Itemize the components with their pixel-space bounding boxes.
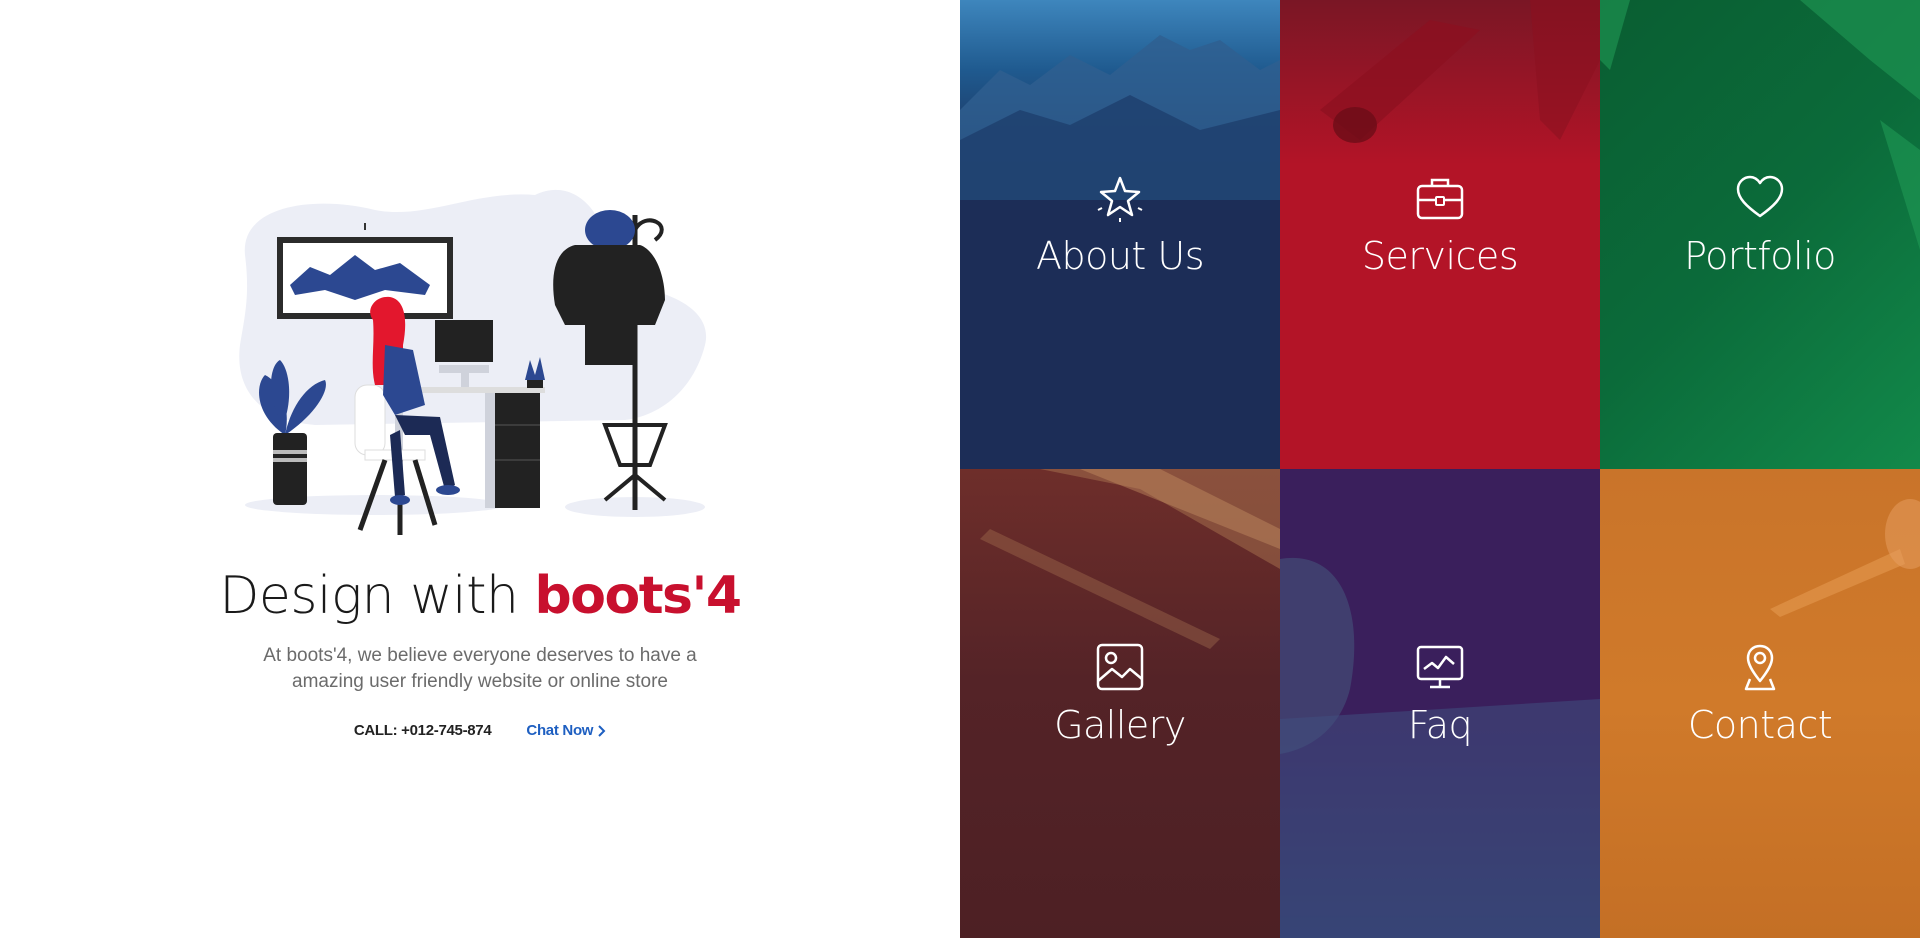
chat-now-link[interactable]: Chat Now — [526, 722, 606, 739]
tile-content: Contact — [1600, 639, 1920, 747]
hero-description-line1: At boots'4, we believe everyone deserves… — [263, 645, 697, 666]
call-phone-link[interactable]: CALL: +012-745-874 — [354, 722, 492, 739]
navigation-grid: About Us Services Portfolio Gallery Faq … — [960, 0, 1920, 938]
tile-faq[interactable]: Faq — [1280, 469, 1600, 938]
monitor-chart-icon — [1416, 645, 1464, 689]
brand-name: boots'4 — [534, 566, 743, 626]
chat-now-label: Chat Now — [526, 722, 594, 739]
tile-label: Gallery — [1054, 703, 1186, 747]
tile-label: Faq — [1407, 703, 1473, 747]
heart-icon — [1736, 175, 1784, 218]
hero-description-line2: amazing user friendly website or online … — [292, 671, 668, 692]
star-icon — [1097, 176, 1143, 222]
tile-content: Portfolio — [1600, 170, 1920, 278]
tile-content: About Us — [960, 170, 1280, 278]
chevron-right-icon — [598, 724, 606, 737]
image-icon — [1096, 643, 1144, 691]
page-title: Design with boots'4 — [0, 562, 960, 630]
tile-label: About Us — [1035, 234, 1205, 278]
workspace-illustration — [239, 189, 707, 535]
headline-prefix: Design with — [219, 566, 535, 626]
tile-content: Faq — [1280, 639, 1600, 747]
tile-contact[interactable]: Contact — [1600, 469, 1920, 938]
tile-gallery[interactable]: Gallery — [960, 469, 1280, 938]
tile-portfolio[interactable]: Portfolio — [1600, 0, 1920, 469]
briefcase-icon — [1416, 178, 1464, 220]
tile-label: Portfolio — [1684, 234, 1836, 278]
tile-content: Services — [1280, 170, 1600, 278]
tile-label: Contact — [1687, 703, 1833, 747]
tile-services[interactable]: Services — [1280, 0, 1600, 469]
tile-label: Services — [1361, 234, 1519, 278]
hero-description: At boots'4, we believe everyone deserves… — [0, 643, 960, 695]
contact-actions: CALL: +012-745-874 Chat Now — [0, 722, 960, 739]
tile-about-us[interactable]: About Us — [960, 0, 1280, 469]
tile-content: Gallery — [960, 639, 1280, 747]
hero-panel: Design with boots'4 At boots'4, we belie… — [0, 0, 960, 938]
map-pin-icon — [1744, 644, 1776, 691]
